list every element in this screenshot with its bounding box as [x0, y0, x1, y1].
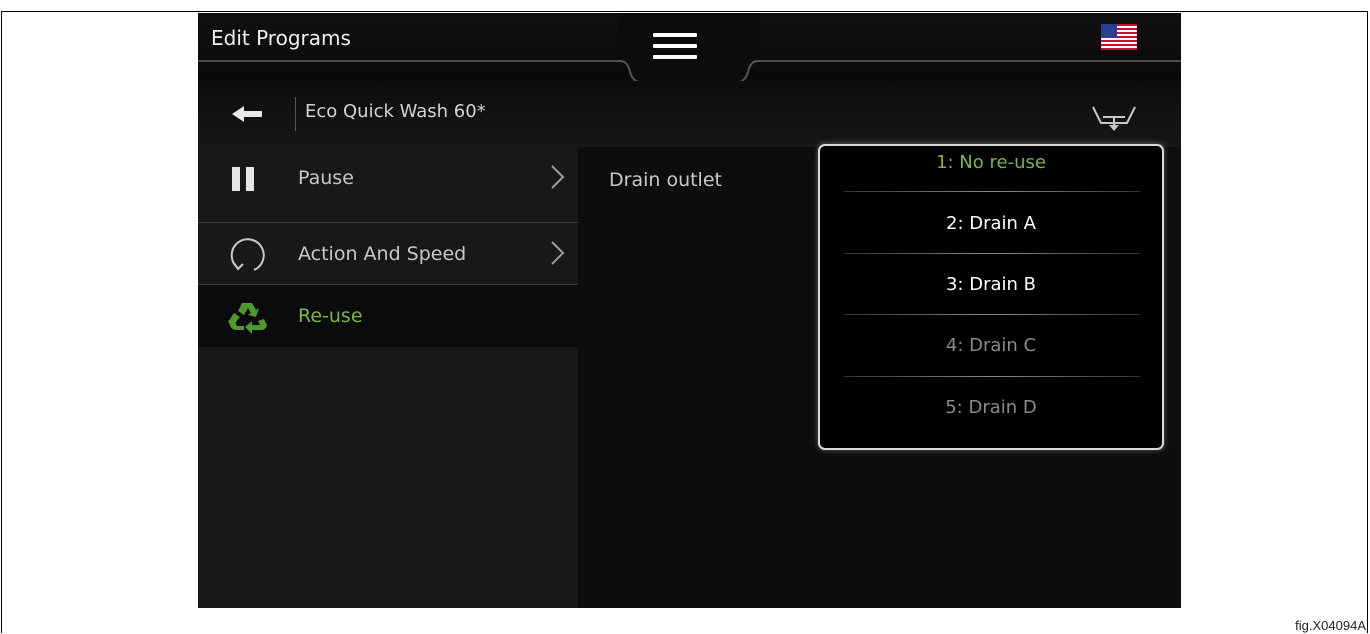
device-screen: Edit Programs Eco Quick Wash 60* Pause A… [198, 13, 1181, 608]
option-label: 3: Drain B [945, 274, 1036, 295]
rotation-icon [228, 235, 268, 279]
back-arrow-icon[interactable] [232, 105, 262, 127]
header-divider-right [758, 60, 1181, 62]
us-flag-icon[interactable] [1100, 23, 1138, 51]
drain-outlet-icon[interactable] [1089, 99, 1139, 137]
breadcrumb-bar: Eco Quick Wash 60* [198, 81, 1181, 147]
drain-outlet-label: Drain outlet [609, 169, 722, 191]
option-label: 4: Drain C [945, 335, 1037, 356]
option-divider [844, 376, 1140, 377]
option-label: 5: Drain D [945, 397, 1037, 418]
chevron-right-icon [550, 240, 566, 270]
menu-item-label: Action And Speed [298, 243, 467, 265]
option-divider [844, 253, 1140, 254]
chevron-right-icon [550, 164, 566, 194]
option-label: 2: Drain A [946, 213, 1036, 234]
drain-outlet-dropdown[interactable]: 1: No re-use 2: Drain A 3: Drain B 4: Dr… [818, 144, 1164, 450]
menu-item-action-and-speed[interactable]: Action And Speed [198, 223, 578, 285]
breadcrumb-divider [295, 97, 296, 131]
menu-item-label: Pause [298, 167, 354, 189]
option-label: 1: No re-use [936, 152, 1046, 173]
option-divider [844, 314, 1140, 315]
settings-menu: Pause Action And Speed Re-use [198, 147, 578, 608]
dropdown-option-drain-c[interactable]: 4: Drain C [820, 329, 1162, 390]
dropdown-option-drain-a[interactable]: 2: Drain A [820, 207, 1162, 268]
header-divider-left [198, 60, 621, 62]
pause-icon [228, 159, 262, 199]
dropdown-option-drain-d[interactable]: 5: Drain D [820, 391, 1162, 452]
recycle-icon [228, 297, 268, 341]
program-name: Eco Quick Wash 60* [305, 101, 486, 122]
dropdown-option-no-reuse[interactable]: 1: No re-use [820, 146, 1162, 207]
menu-item-pause[interactable]: Pause [198, 147, 578, 209]
dropdown-option-drain-b[interactable]: 3: Drain B [820, 268, 1162, 329]
menu-item-re-use[interactable]: Re-use [198, 285, 578, 347]
hamburger-icon[interactable] [653, 33, 697, 63]
option-divider [844, 191, 1140, 192]
page-title: Edit Programs [211, 26, 351, 50]
menu-item-label: Re-use [298, 305, 363, 327]
figure-label: fig.X04094A [1295, 618, 1366, 633]
